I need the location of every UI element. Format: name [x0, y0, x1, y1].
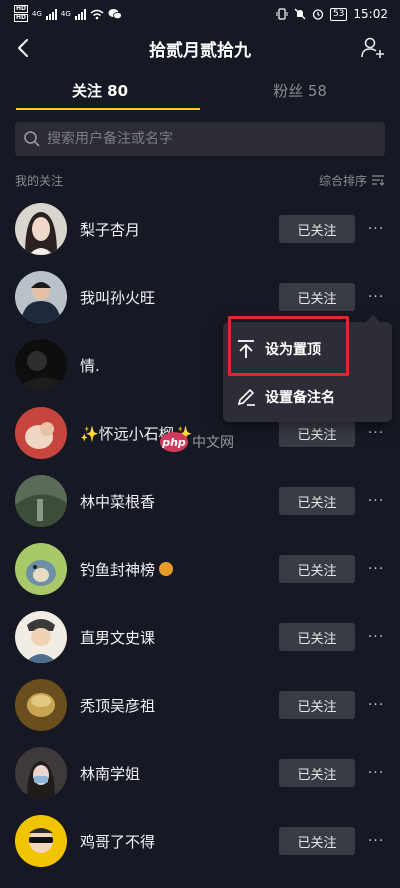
search-box[interactable] — [15, 122, 385, 156]
avatar[interactable] — [15, 271, 67, 323]
avatar[interactable] — [15, 475, 67, 527]
verified-badge-icon — [159, 562, 174, 576]
alarm-icon — [312, 9, 324, 20]
more-options-icon[interactable]: ··· — [366, 831, 386, 851]
network-label-2: 4G — [60, 10, 71, 18]
avatar[interactable] — [15, 543, 67, 595]
list-item[interactable]: 直男文史课 已关注 ··· — [0, 603, 400, 671]
section-header: 我的关注 综合排序 — [15, 170, 385, 190]
page-title: 拾贰月贰拾九 — [149, 40, 251, 61]
followed-button[interactable]: 已关注 — [279, 827, 355, 855]
section-label: 我的关注 — [15, 173, 64, 188]
avatar[interactable] — [15, 815, 67, 867]
followed-button[interactable]: 已关注 — [279, 759, 355, 787]
back-arrow-icon[interactable] — [12, 36, 36, 60]
hd-badge: HD HD — [14, 5, 29, 22]
wechat-icon — [108, 9, 122, 20]
more-options-icon[interactable]: ··· — [366, 219, 386, 239]
list-item[interactable]: 鸡哥了不得 已关注 ··· — [0, 807, 400, 875]
followed-button[interactable]: 已关注 — [279, 691, 355, 719]
avatar[interactable] — [15, 339, 67, 391]
clock: 15:02 — [353, 7, 388, 21]
more-options-icon[interactable]: ··· — [366, 627, 386, 647]
signal-icon-2 — [74, 8, 86, 20]
tab-bar: 关注 80 粉丝 58 — [0, 70, 400, 110]
search-icon — [24, 131, 40, 147]
signal-icon — [45, 8, 57, 20]
more-options-icon[interactable]: ··· — [366, 763, 386, 783]
avatar[interactable] — [15, 407, 67, 459]
followed-button[interactable]: 已关注 — [279, 555, 355, 583]
avatar[interactable] — [15, 203, 67, 255]
followed-button[interactable]: 已关注 — [279, 419, 355, 447]
vibrate-icon — [276, 8, 288, 20]
followed-button[interactable]: 已关注 — [279, 215, 355, 243]
tab-fans[interactable]: 粉丝 58 — [200, 70, 400, 110]
user-name: 鸡哥了不得 — [80, 832, 156, 851]
add-friend-icon[interactable] — [360, 35, 386, 61]
context-menu: 设为置顶 设置备注名 — [223, 315, 392, 422]
user-name: 我叫孙火旺 — [80, 288, 156, 307]
top-bar: 拾贰月贰拾九 — [0, 28, 400, 68]
list-item[interactable]: 林中菜根香 已关注 ··· — [0, 467, 400, 535]
sort-button[interactable]: 综合排序 — [319, 172, 385, 189]
more-options-icon[interactable]: ··· — [366, 423, 386, 443]
highlight-box — [228, 316, 349, 376]
watermark-text: 中文网 — [192, 435, 234, 451]
user-name: 林中菜根香 — [80, 492, 156, 511]
watermark: php 中文网 — [160, 428, 256, 456]
list-item[interactable]: 林南学姐 已关注 ··· — [0, 739, 400, 807]
set-remark-menu-item[interactable]: 设置备注名 — [223, 372, 392, 422]
wifi-icon — [90, 9, 104, 19]
followed-button[interactable]: 已关注 — [279, 623, 355, 651]
followed-button[interactable]: 已关注 — [279, 487, 355, 515]
watermark-logo: php — [160, 432, 188, 452]
user-name: 情. — [80, 356, 100, 375]
more-options-icon[interactable]: ··· — [366, 559, 386, 579]
user-name: 钓鱼封神榜 — [80, 559, 174, 580]
avatar[interactable] — [15, 747, 67, 799]
user-name: 秃顶吴彦祖 — [80, 696, 156, 715]
mute-bell-icon — [294, 8, 306, 20]
followed-button[interactable]: 已关注 — [279, 283, 355, 311]
battery-indicator: 53 — [329, 7, 348, 21]
avatar[interactable] — [15, 679, 67, 731]
more-options-icon[interactable]: ··· — [366, 491, 386, 511]
more-options-icon[interactable]: ··· — [366, 287, 386, 307]
user-name: 林南学姐 — [80, 764, 141, 783]
more-options-icon[interactable]: ··· — [366, 695, 386, 715]
list-item[interactable]: 秃顶吴彦祖 已关注 ··· — [0, 671, 400, 739]
following-list: 梨子杏月 已关注 ··· 我叫孙火旺 已关注 ··· 情. ✨怀远小石榴✨ 已关… — [0, 195, 400, 875]
status-bar: HD HD 4G 4G 53 15:02 — [0, 0, 400, 28]
search-input[interactable] — [47, 131, 367, 147]
user-name: 直男文史课 — [80, 628, 156, 647]
list-item[interactable]: 梨子杏月 已关注 ··· — [0, 195, 400, 263]
list-item[interactable]: 钓鱼封神榜 已关注 ··· — [0, 535, 400, 603]
tab-following[interactable]: 关注 80 — [0, 70, 200, 110]
sort-icon — [372, 175, 385, 186]
edit-pencil-icon — [237, 388, 255, 406]
user-name: 梨子杏月 — [80, 220, 141, 239]
network-label-1: 4G — [32, 10, 42, 18]
avatar[interactable] — [15, 611, 67, 663]
sort-label: 综合排序 — [318, 173, 367, 188]
set-remark-label: 设置备注名 — [265, 390, 335, 406]
